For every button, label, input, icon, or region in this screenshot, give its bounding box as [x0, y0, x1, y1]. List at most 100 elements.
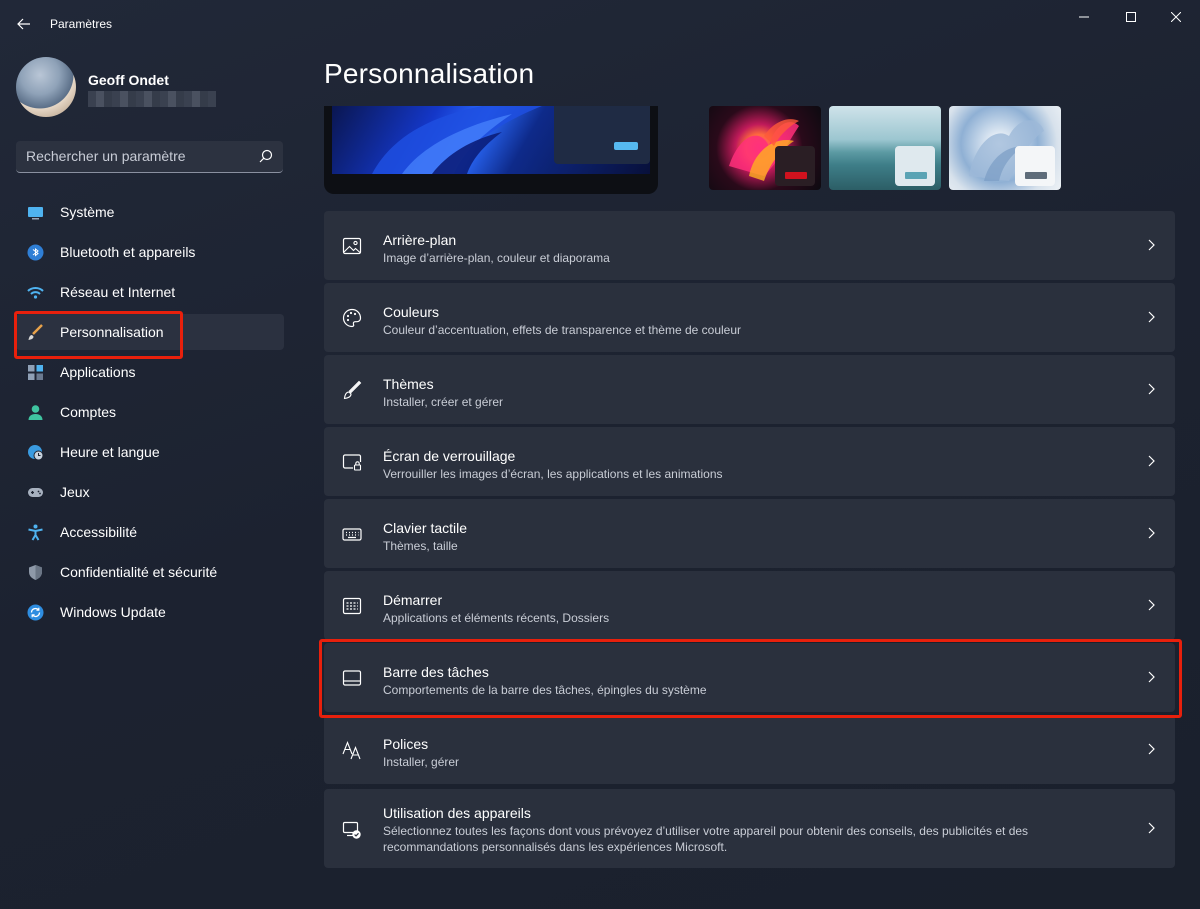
card-title: Arrière-plan [383, 232, 457, 248]
minimize-button[interactable] [1064, 4, 1104, 30]
chevron-right-icon [1148, 599, 1155, 611]
theme-preview [324, 106, 658, 194]
card-utilisation-appareils[interactable]: Utilisation des appareils Sélectionnez t… [324, 789, 1175, 868]
highlight-barre-des-taches [319, 639, 1182, 718]
lock-screen-icon [342, 454, 362, 471]
palette-icon [342, 308, 362, 328]
chevron-right-icon [1148, 239, 1155, 251]
shield-icon [29, 565, 42, 580]
card-subtitle: Couleur d’accentuation, effets de transp… [383, 323, 742, 337]
search-icon[interactable] [259, 149, 273, 163]
sidebar-item-label: Heure et langue [60, 444, 160, 460]
card-subtitle: Sélectionnez toutes les façons dont vous… [383, 824, 1029, 854]
sidebar-item-label: Jeux [60, 484, 90, 500]
start-icon [342, 597, 362, 615]
chevron-right-icon [1148, 383, 1155, 395]
card-subtitle: Thèmes, taille [383, 539, 458, 553]
device-usage-icon [342, 821, 361, 839]
card-title: Thèmes [383, 376, 434, 392]
card-title: Démarrer [383, 592, 443, 608]
card-polices[interactable]: Polices Installer, gérer [324, 715, 1175, 784]
sidebar-item-label: Comptes [60, 404, 117, 420]
thumb-window [775, 146, 815, 186]
font-icon [342, 740, 361, 760]
keyboard-icon [342, 528, 362, 541]
card-arriere-plan[interactable]: Arrière-plan Image d’arrière-plan, coule… [324, 211, 1175, 280]
arrow-left-icon [17, 18, 30, 30]
card-subtitle: Image d’arrière-plan, couleur et diapora… [383, 251, 610, 265]
monitor-icon [28, 207, 43, 220]
sidebar-item-reseau[interactable]: Réseau et Internet [16, 274, 284, 310]
user-profile[interactable]: Geoff Ondet [16, 57, 286, 117]
gamepad-icon [28, 488, 43, 497]
card-subtitle: Applications et éléments récents, Dossie… [383, 611, 610, 625]
bluetooth-icon [27, 244, 44, 261]
card-demarrer[interactable]: Démarrer Applications et éléments récent… [324, 571, 1175, 640]
back-button[interactable] [10, 10, 38, 38]
close-button[interactable] [1156, 4, 1196, 30]
sidebar-item-label: Bluetooth et appareils [60, 244, 196, 260]
thumb-accent [1025, 172, 1047, 179]
card-subtitle: Installer, créer et gérer [383, 395, 504, 409]
thumb-window [895, 146, 935, 186]
card-subtitle: Verrouiller les images d’écran, les appl… [383, 467, 723, 481]
theme-thumbnail[interactable] [709, 106, 821, 190]
maximize-button[interactable] [1111, 4, 1151, 30]
sidebar-item-label: Système [60, 204, 115, 220]
card-title: Écran de verrouillage [383, 448, 516, 464]
sidebar-item-label: Confidentialité et sécurité [60, 564, 218, 580]
avatar [16, 57, 76, 117]
search-input[interactable] [26, 141, 251, 171]
sidebar-item-bluetooth[interactable]: Bluetooth et appareils [16, 234, 284, 270]
person-icon [28, 405, 43, 420]
settings-window: Paramètres Geoff Ondet Système [0, 0, 1200, 909]
brush-icon [343, 380, 362, 400]
card-title: Couleurs [383, 304, 440, 320]
sidebar-item-accessibilite[interactable]: Accessibilité [16, 514, 284, 550]
card-clavier-tactile[interactable]: Clavier tactile Thèmes, taille [324, 499, 1175, 568]
card-title: Clavier tactile [383, 520, 468, 536]
app-title: Paramètres [50, 17, 113, 31]
card-title: Utilisation des appareils [383, 805, 531, 821]
minimize-icon [1079, 16, 1089, 18]
card-title: Polices [383, 736, 429, 752]
sidebar-item-applications[interactable]: Applications [16, 354, 284, 390]
sidebar-item-heure-langue[interactable]: Heure et langue [16, 434, 284, 470]
preview-accent-bar [614, 142, 638, 150]
sidebar-item-label: Windows Update [60, 604, 166, 620]
sidebar-item-label: Applications [60, 364, 136, 380]
chevron-right-icon [1148, 527, 1155, 539]
search-box[interactable] [16, 141, 283, 173]
thumb-accent [905, 172, 927, 179]
chevron-right-icon [1148, 743, 1155, 755]
globe-clock-icon [28, 445, 44, 461]
apps-icon [28, 365, 43, 380]
card-ecran-verrouillage[interactable]: Écran de verrouillage Verrouiller les im… [324, 427, 1175, 496]
wifi-icon [27, 287, 44, 299]
sidebar-item-jeux[interactable]: Jeux [16, 474, 284, 510]
highlight-personnalisation [14, 311, 183, 359]
image-icon [342, 237, 362, 255]
card-couleurs[interactable]: Couleurs Couleur d’accentuation, effets … [324, 283, 1175, 352]
sidebar-item-confidentialite[interactable]: Confidentialité et sécurité [16, 554, 284, 590]
accessibility-icon [28, 524, 43, 541]
sidebar-nav: Système Bluetooth et appareils Réseau et… [16, 194, 284, 634]
title-bar: Paramètres [0, 0, 1200, 48]
user-email-redacted [88, 91, 216, 107]
sidebar-item-label: Réseau et Internet [60, 284, 176, 300]
card-subtitle: Installer, gérer [383, 755, 460, 769]
preview-window [554, 106, 650, 164]
chevron-right-icon [1148, 455, 1155, 467]
sidebar-item-systeme[interactable]: Système [16, 194, 284, 230]
theme-thumbnail[interactable] [949, 106, 1061, 190]
update-icon [27, 604, 44, 621]
card-themes[interactable]: Thèmes Installer, créer et gérer [324, 355, 1175, 424]
theme-thumbnail[interactable] [829, 106, 941, 190]
user-name: Geoff Ondet [88, 72, 169, 88]
maximize-icon [1126, 12, 1136, 22]
thumb-window [1015, 146, 1055, 186]
sidebar-item-windows-update[interactable]: Windows Update [16, 594, 284, 630]
sidebar-item-comptes[interactable]: Comptes [16, 394, 284, 430]
close-icon [1171, 12, 1181, 22]
chevron-right-icon [1148, 311, 1155, 323]
